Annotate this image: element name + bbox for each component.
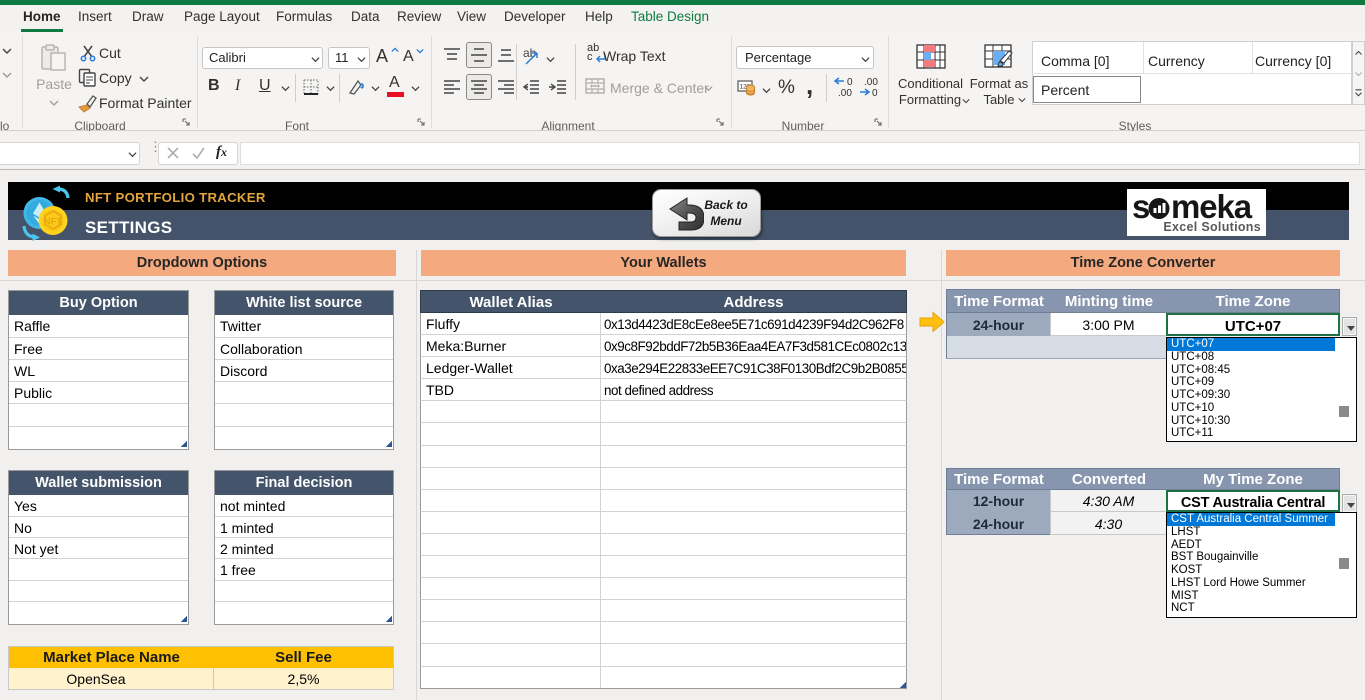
svg-text:0: 0 bbox=[872, 88, 878, 98]
svg-text:0: 0 bbox=[847, 77, 853, 88]
svg-text:NFT: NFT bbox=[44, 217, 63, 228]
svg-text:Excel Solutions: Excel Solutions bbox=[1163, 220, 1261, 234]
svg-text:.00: .00 bbox=[864, 77, 878, 88]
svg-text:s: s bbox=[1132, 189, 1149, 225]
svg-text:.00: .00 bbox=[838, 88, 852, 98]
